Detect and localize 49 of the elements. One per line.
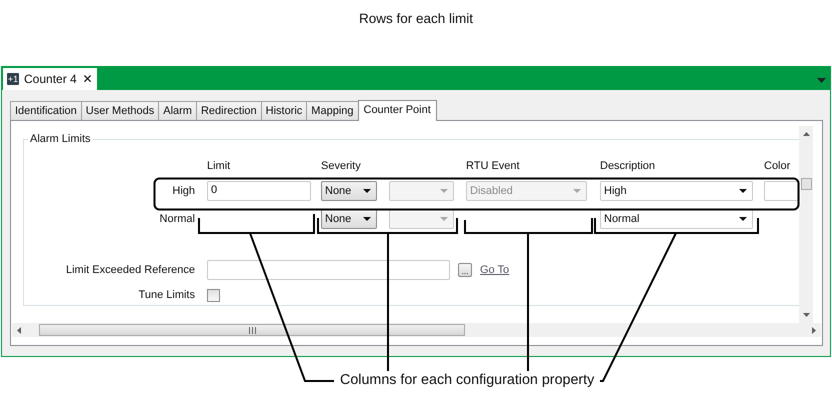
severity-dropdown[interactable]: None — [321, 209, 377, 229]
scroll-down-icon[interactable] — [802, 313, 810, 317]
column-header: RTU Event — [466, 160, 520, 172]
field-label: Limit Exceeded Reference — [66, 264, 195, 276]
caret-icon — [440, 217, 448, 221]
caret-icon — [739, 189, 747, 193]
caret-icon — [363, 189, 371, 193]
tab[interactable]: Alarm — [158, 101, 197, 120]
scroll-right-icon[interactable] — [812, 326, 816, 334]
tab[interactable]: Mapping — [306, 101, 358, 120]
limit-field[interactable]: 0 — [207, 181, 311, 201]
caret-icon — [573, 189, 581, 193]
grip-icon — [248, 326, 256, 334]
reference-field[interactable] — [207, 260, 450, 280]
close-icon[interactable]: ✕ — [82, 72, 93, 86]
color-field[interactable] — [764, 181, 799, 201]
caption: Rows for each limit — [358, 11, 474, 26]
tune-limits-checkbox[interactable] — [207, 288, 220, 302]
tab[interactable]: Counter Point — [358, 100, 437, 121]
scroll-thumb[interactable] — [800, 178, 812, 190]
caret-icon — [363, 217, 371, 221]
counter-icon: +1 — [7, 73, 19, 85]
go-to-link[interactable]: Go To — [480, 264, 510, 276]
browse-button[interactable]: ... — [458, 263, 472, 277]
field-label: Tune Limits — [138, 289, 195, 301]
tab[interactable]: User Methods — [80, 101, 160, 120]
caret-icon — [440, 189, 448, 193]
dropdown-icon[interactable] — [817, 78, 826, 83]
severity-dropdown[interactable]: None — [321, 181, 377, 201]
scroll-up-icon[interactable] — [802, 132, 810, 136]
description-dropdown[interactable]: Normal — [600, 209, 753, 229]
caption: Columns for each configuration property — [340, 372, 594, 388]
column-header: Severity — [321, 160, 361, 172]
description-dropdown[interactable]: High — [600, 181, 753, 201]
group-title: Alarm Limits — [29, 133, 92, 145]
vertical-scrollbar[interactable] — [799, 126, 813, 323]
scroll-left-icon[interactable] — [17, 326, 21, 334]
horizontal-scrollbar[interactable] — [12, 323, 821, 337]
caret-icon — [739, 217, 747, 221]
document-tab[interactable]: +1 Counter 4 ✕ — [3, 68, 97, 90]
column-header: Description — [600, 160, 656, 172]
window-title: Counter 4 — [24, 72, 77, 86]
tab[interactable]: Redirection — [196, 101, 262, 120]
row-label: Normal — [160, 213, 195, 225]
tab[interactable]: Historic — [260, 101, 308, 120]
column-header: Limit — [207, 160, 230, 172]
tab[interactable]: Identification — [10, 101, 82, 120]
column-header: Color — [764, 160, 790, 172]
row-label: High — [172, 185, 195, 197]
